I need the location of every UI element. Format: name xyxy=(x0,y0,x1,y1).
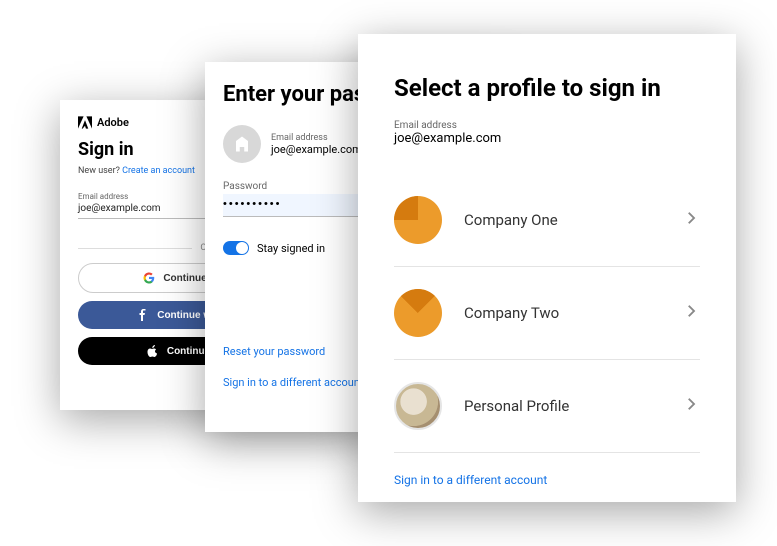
adobe-logo-icon xyxy=(78,116,92,129)
profile-name: Company One xyxy=(464,211,660,229)
apple-icon xyxy=(147,345,159,357)
stay-signed-in-label: Stay signed in xyxy=(257,242,325,255)
profile-item-company-one[interactable]: Company One xyxy=(394,174,700,267)
profile-select-card: Select a profile to sign in Email addres… xyxy=(358,34,736,502)
email-value: joe@example.com xyxy=(271,143,362,156)
profile-title: Select a profile to sign in xyxy=(394,74,700,102)
profile-avatar xyxy=(394,196,442,244)
chevron-right-icon xyxy=(682,395,700,417)
brand-text: Adobe xyxy=(97,116,129,129)
google-icon xyxy=(143,272,155,284)
email-label: Email address xyxy=(394,120,700,131)
profile-item-company-two[interactable]: Company Two xyxy=(394,267,700,360)
stay-signed-in-toggle[interactable] xyxy=(223,241,249,255)
profile-avatar xyxy=(394,382,442,430)
chevron-right-icon xyxy=(682,209,700,231)
different-account-link[interactable]: Sign in to a different account xyxy=(394,473,700,487)
chevron-right-icon xyxy=(682,302,700,324)
profile-item-personal[interactable]: Personal Profile xyxy=(394,360,700,453)
avatar-placeholder xyxy=(223,125,261,163)
profile-name: Personal Profile xyxy=(464,397,660,415)
building-icon xyxy=(233,135,251,153)
profile-avatar xyxy=(394,289,442,337)
facebook-icon xyxy=(137,309,149,321)
email-value: joe@example.com xyxy=(394,131,700,146)
email-labels: Email address joe@example.com xyxy=(271,133,362,156)
email-label: Email address xyxy=(271,133,362,143)
profile-name: Company Two xyxy=(464,304,660,322)
new-user-text: New user? xyxy=(78,166,122,176)
create-account-link[interactable]: Create an account xyxy=(122,166,195,176)
